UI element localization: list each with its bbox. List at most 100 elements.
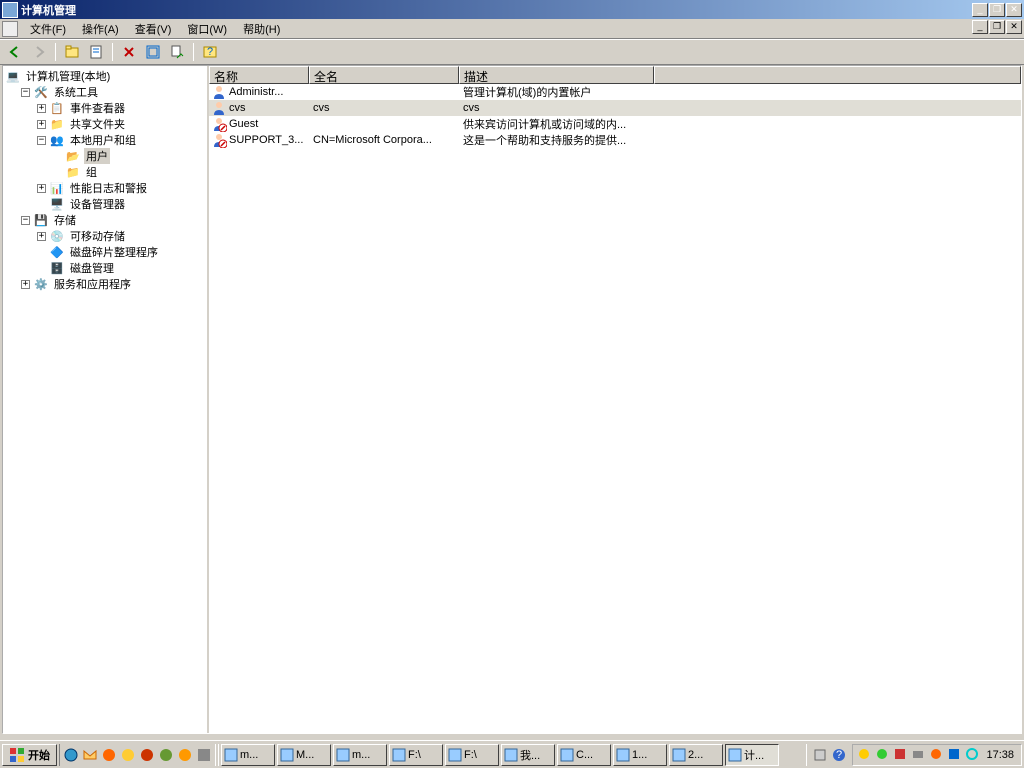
task-button[interactable]: 计... bbox=[725, 744, 779, 766]
task-button[interactable]: M... bbox=[277, 744, 331, 766]
app-icon[interactable] bbox=[157, 746, 175, 764]
menu-action[interactable]: 操作(A) bbox=[74, 19, 127, 39]
tree-local-users-groups[interactable]: −👥本地用户和组 bbox=[3, 132, 207, 148]
start-button[interactable]: 开始 bbox=[2, 744, 57, 766]
ie-icon[interactable] bbox=[62, 746, 80, 764]
export-button[interactable] bbox=[166, 41, 188, 63]
tree-system-tools[interactable]: −🛠️系统工具 bbox=[3, 84, 207, 100]
forward-button[interactable] bbox=[28, 41, 50, 63]
user-row[interactable]: cvscvscvs bbox=[209, 100, 1021, 116]
task-buttons: m...M...m...F:\F:\我...C...1...2...计... bbox=[221, 744, 804, 766]
expand-icon[interactable]: + bbox=[37, 120, 46, 129]
task-button[interactable]: 2... bbox=[669, 744, 723, 766]
user-row[interactable]: Administr...管理计算机(域)的内置帐户 bbox=[209, 84, 1021, 100]
tree-event-viewer[interactable]: +📋事件查看器 bbox=[3, 100, 207, 116]
column-fullname[interactable]: 全名 bbox=[309, 66, 459, 84]
app-icon[interactable] bbox=[195, 746, 213, 764]
menubar: 文件(F) 操作(A) 查看(V) 窗口(W) 帮助(H) _ ❐ ✕ bbox=[0, 19, 1024, 39]
tray-icon[interactable] bbox=[875, 747, 891, 763]
menu-view[interactable]: 查看(V) bbox=[127, 19, 180, 39]
app-icon[interactable] bbox=[138, 746, 156, 764]
mdi-close-button[interactable]: ✕ bbox=[1006, 20, 1022, 34]
list-pane: 名称 全名 描述 Administr...管理计算机(域)的内置帐户cvscvs… bbox=[209, 66, 1021, 733]
removable-icon: 💿 bbox=[49, 228, 65, 244]
tree-pane[interactable]: 💻计算机管理(本地) −🛠️系统工具 +📋事件查看器 +📁共享文件夹 −👥本地用… bbox=[3, 66, 209, 733]
tray-icon[interactable] bbox=[965, 747, 981, 763]
expand-icon[interactable]: + bbox=[37, 104, 46, 113]
menu-window[interactable]: 窗口(W) bbox=[179, 19, 235, 39]
list-body[interactable]: Administr...管理计算机(域)的内置帐户cvscvscvsGuest供… bbox=[209, 84, 1021, 733]
column-name[interactable]: 名称 bbox=[209, 66, 309, 84]
task-button[interactable]: F:\ bbox=[389, 744, 443, 766]
tree-storage[interactable]: −💾存储 bbox=[3, 212, 207, 228]
svg-text:?: ? bbox=[836, 749, 842, 761]
task-button[interactable]: 1... bbox=[613, 744, 667, 766]
app-icon[interactable] bbox=[811, 746, 829, 764]
app-icon[interactable] bbox=[176, 746, 194, 764]
expand-icon[interactable]: + bbox=[37, 184, 46, 193]
expand-icon[interactable]: + bbox=[37, 232, 46, 241]
task-button[interactable]: m... bbox=[221, 744, 275, 766]
folder-icon: 📁 bbox=[65, 164, 81, 180]
collapse-icon[interactable]: − bbox=[21, 88, 30, 97]
user-icon bbox=[211, 100, 227, 116]
defrag-icon: 🔷 bbox=[49, 244, 65, 260]
list-header: 名称 全名 描述 bbox=[209, 66, 1021, 84]
task-button[interactable]: C... bbox=[557, 744, 611, 766]
close-button[interactable]: ✕ bbox=[1006, 3, 1022, 17]
menu-file[interactable]: 文件(F) bbox=[22, 19, 74, 39]
tree-groups[interactable]: 📁组 bbox=[3, 164, 207, 180]
collapse-icon[interactable]: − bbox=[21, 216, 30, 225]
task-button[interactable]: 我... bbox=[501, 744, 555, 766]
tray-icon[interactable] bbox=[857, 747, 873, 763]
column-description[interactable]: 描述 bbox=[459, 66, 654, 84]
tree-device-manager[interactable]: 🖥️设备管理器 bbox=[3, 196, 207, 212]
share-icon: 📁 bbox=[49, 116, 65, 132]
back-button[interactable] bbox=[4, 41, 26, 63]
tree-users[interactable]: 📂用户 bbox=[3, 148, 207, 164]
collapse-icon[interactable]: − bbox=[37, 136, 46, 145]
mdi-icon[interactable] bbox=[2, 21, 18, 37]
mdi-restore-button[interactable]: ❐ bbox=[989, 20, 1005, 34]
maximize-button[interactable]: ❐ bbox=[989, 3, 1005, 17]
tray-icon[interactable] bbox=[911, 747, 927, 763]
mdi-minimize-button[interactable]: _ bbox=[972, 20, 988, 34]
tree-disk-defrag[interactable]: 🔷磁盘碎片整理程序 bbox=[3, 244, 207, 260]
tools-icon: 🛠️ bbox=[33, 84, 49, 100]
tree-removable-storage[interactable]: +💿可移动存储 bbox=[3, 228, 207, 244]
app-icon[interactable]: ? bbox=[830, 746, 848, 764]
tree-shared-folders[interactable]: +📁共享文件夹 bbox=[3, 116, 207, 132]
tray-icon[interactable] bbox=[947, 747, 963, 763]
task-button[interactable]: F:\ bbox=[445, 744, 499, 766]
firefox-icon[interactable] bbox=[100, 746, 118, 764]
tree-root[interactable]: 💻计算机管理(本地) bbox=[3, 68, 207, 84]
task-button[interactable]: m... bbox=[333, 744, 387, 766]
tree-perf-logs[interactable]: +📊性能日志和警报 bbox=[3, 180, 207, 196]
tray-icon[interactable] bbox=[929, 747, 945, 763]
delete-button[interactable] bbox=[118, 41, 140, 63]
menu-help[interactable]: 帮助(H) bbox=[235, 19, 288, 39]
user-icon bbox=[211, 132, 227, 148]
properties-button[interactable] bbox=[85, 41, 107, 63]
refresh-button[interactable] bbox=[142, 41, 164, 63]
user-icon bbox=[211, 116, 227, 132]
tree-disk-mgmt[interactable]: 🗄️磁盘管理 bbox=[3, 260, 207, 276]
event-icon: 📋 bbox=[49, 100, 65, 116]
browser-icon[interactable] bbox=[119, 746, 137, 764]
user-row[interactable]: SUPPORT_3...CN=Microsoft Corpora...这是一个帮… bbox=[209, 132, 1021, 148]
disk-icon: 🗄️ bbox=[49, 260, 65, 276]
tray-icon[interactable] bbox=[893, 747, 909, 763]
minimize-button[interactable]: _ bbox=[972, 3, 988, 17]
expand-icon[interactable]: + bbox=[21, 280, 30, 289]
outlook-icon[interactable] bbox=[81, 746, 99, 764]
svg-text:?: ? bbox=[207, 46, 213, 58]
up-button[interactable] bbox=[61, 41, 83, 63]
tree-services-apps[interactable]: +⚙️服务和应用程序 bbox=[3, 276, 207, 292]
quick-launch bbox=[59, 744, 216, 766]
users-groups-icon: 👥 bbox=[49, 132, 65, 148]
windows-logo-icon bbox=[9, 747, 25, 763]
app-icon bbox=[2, 2, 18, 18]
user-row[interactable]: Guest供来宾访问计算机或访问域的内... bbox=[209, 116, 1021, 132]
help-button[interactable]: ? bbox=[199, 41, 221, 63]
clock[interactable]: 17:38 bbox=[983, 749, 1017, 761]
